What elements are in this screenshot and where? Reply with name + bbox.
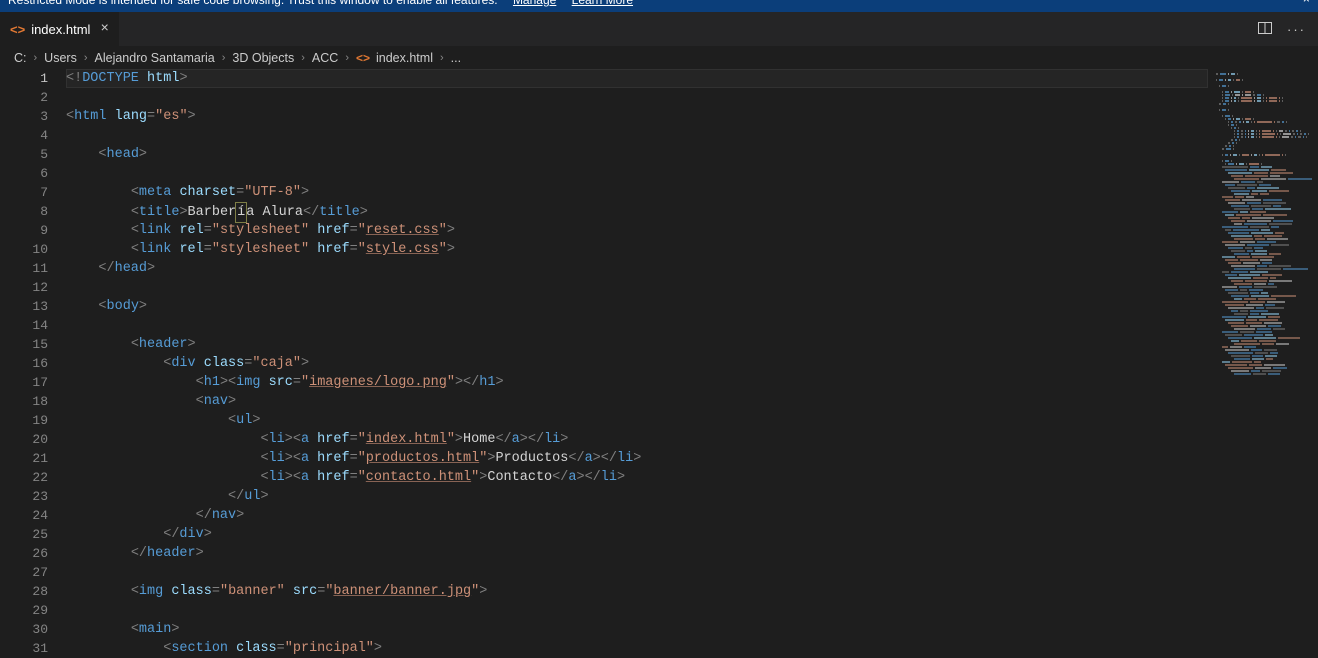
tab-index-html[interactable]: <> index.html × xyxy=(0,12,120,46)
line-number: 7 xyxy=(4,183,48,202)
breadcrumb-segment[interactable]: 3D Objects xyxy=(232,51,294,65)
line-number: 5 xyxy=(4,145,48,164)
line-number: 11 xyxy=(4,259,48,278)
banner-text: Restricted Mode is intended for safe cod… xyxy=(8,0,498,7)
html-file-icon: <> xyxy=(356,51,370,65)
breadcrumb-segment[interactable]: Alejandro Santamaria xyxy=(95,51,215,65)
line-number: 13 xyxy=(4,297,48,316)
code-line[interactable] xyxy=(66,278,1208,297)
html-file-icon: <> xyxy=(10,22,25,37)
breadcrumb-segment[interactable]: ACC xyxy=(312,51,338,65)
code-line[interactable]: <main> xyxy=(66,620,1208,639)
chevron-right-icon: › xyxy=(301,52,305,64)
code-line[interactable]: <link rel="stylesheet" href="style.css"> xyxy=(66,240,1208,259)
more-actions-icon[interactable]: ··· xyxy=(1287,22,1306,37)
line-number: 16 xyxy=(4,354,48,373)
code-line[interactable]: <header> xyxy=(66,335,1208,354)
line-number: 28 xyxy=(4,582,48,601)
breadcrumb: C: › Users › Alejandro Santamaria › 3D Obje… xyxy=(0,47,1318,69)
line-number: 18 xyxy=(4,392,48,411)
close-icon[interactable]: × xyxy=(1303,0,1310,7)
minimap[interactable] xyxy=(1208,69,1318,656)
line-number: 21 xyxy=(4,449,48,468)
code-line[interactable]: </div> xyxy=(66,525,1208,544)
line-number: 19 xyxy=(4,411,48,430)
learn-more-link[interactable]: Learn More xyxy=(572,0,633,7)
tab-label: index.html xyxy=(31,22,90,37)
code-line[interactable]: <meta charset="UTF-8"> xyxy=(66,183,1208,202)
code-line[interactable] xyxy=(66,126,1208,145)
line-number: 30 xyxy=(4,620,48,639)
line-number: 4 xyxy=(4,126,48,145)
breadcrumb-segment[interactable]: ... xyxy=(451,51,461,65)
code-line[interactable] xyxy=(66,164,1208,183)
code-line[interactable]: <link rel="stylesheet" href="reset.css"> xyxy=(66,221,1208,240)
code-line[interactable]: <body> xyxy=(66,297,1208,316)
tab-bar: <> index.html × ··· xyxy=(0,12,1318,47)
line-number: 22 xyxy=(4,468,48,487)
manage-link[interactable]: Manage xyxy=(513,0,556,7)
breadcrumb-segment[interactable]: index.html xyxy=(376,51,433,65)
line-number: 15 xyxy=(4,335,48,354)
line-number: 24 xyxy=(4,506,48,525)
code-line[interactable]: </ul> xyxy=(66,487,1208,506)
chevron-right-icon: › xyxy=(222,52,226,64)
chevron-right-icon: › xyxy=(345,52,349,64)
line-number: 9 xyxy=(4,221,48,240)
line-number: 2 xyxy=(4,88,48,107)
line-number: 27 xyxy=(4,563,48,582)
restricted-mode-banner: Restricted Mode is intended for safe cod… xyxy=(0,0,1318,12)
code-line[interactable]: <h1><img src="imagenes/logo.png"></h1> xyxy=(66,373,1208,392)
code-line[interactable]: </header> xyxy=(66,544,1208,563)
chevron-right-icon: › xyxy=(34,52,38,64)
line-number: 3 xyxy=(4,107,48,126)
code-line[interactable]: <li><a href="productos.html">Productos</… xyxy=(66,449,1208,468)
split-editor-icon[interactable] xyxy=(1257,20,1273,39)
code-line[interactable]: <li><a href="index.html">Home</a></li> xyxy=(66,430,1208,449)
code-line[interactable] xyxy=(66,563,1208,582)
code-line[interactable]: <ul> xyxy=(66,411,1208,430)
line-number: 1 xyxy=(4,69,48,88)
code-line[interactable] xyxy=(66,88,1208,107)
line-number: 26 xyxy=(4,544,48,563)
line-number: 17 xyxy=(4,373,48,392)
line-number-gutter: 1234567891011121314151617181920212223242… xyxy=(4,69,66,656)
code-line[interactable]: <nav> xyxy=(66,392,1208,411)
line-number: 25 xyxy=(4,525,48,544)
code-line[interactable]: <li><a href="contacto.html">Contacto</a>… xyxy=(66,468,1208,487)
editor: 1234567891011121314151617181920212223242… xyxy=(0,69,1318,656)
line-number: 8 xyxy=(4,202,48,221)
code-line[interactable]: <title>Barbería Alura</title> xyxy=(66,202,1208,221)
line-number: 23 xyxy=(4,487,48,506)
chevron-right-icon: › xyxy=(84,52,88,64)
code-line[interactable]: <div class="caja"> xyxy=(66,354,1208,373)
code-line[interactable] xyxy=(66,316,1208,335)
breadcrumb-segment[interactable]: C: xyxy=(14,51,27,65)
line-number: 14 xyxy=(4,316,48,335)
code-line[interactable]: <section class="principal"> xyxy=(66,639,1208,658)
code-line[interactable]: <head> xyxy=(66,145,1208,164)
line-number: 20 xyxy=(4,430,48,449)
line-number: 12 xyxy=(4,278,48,297)
code-line[interactable]: <!DOCTYPE html> xyxy=(66,69,1208,88)
code-area[interactable]: <!DOCTYPE html> <html lang="es"> <head> <… xyxy=(66,69,1208,656)
code-line[interactable]: <img class="banner" src="banner/banner.j… xyxy=(66,582,1208,601)
code-line[interactable]: </head> xyxy=(66,259,1208,278)
line-number: 10 xyxy=(4,240,48,259)
close-icon[interactable]: × xyxy=(100,21,108,37)
code-line[interactable] xyxy=(66,601,1208,620)
breadcrumb-segment[interactable]: Users xyxy=(44,51,77,65)
line-number: 29 xyxy=(4,601,48,620)
code-line[interactable]: <html lang="es"> xyxy=(66,107,1208,126)
line-number: 6 xyxy=(4,164,48,183)
code-line[interactable]: </nav> xyxy=(66,506,1208,525)
line-number: 31 xyxy=(4,639,48,658)
chevron-right-icon: › xyxy=(440,52,444,64)
